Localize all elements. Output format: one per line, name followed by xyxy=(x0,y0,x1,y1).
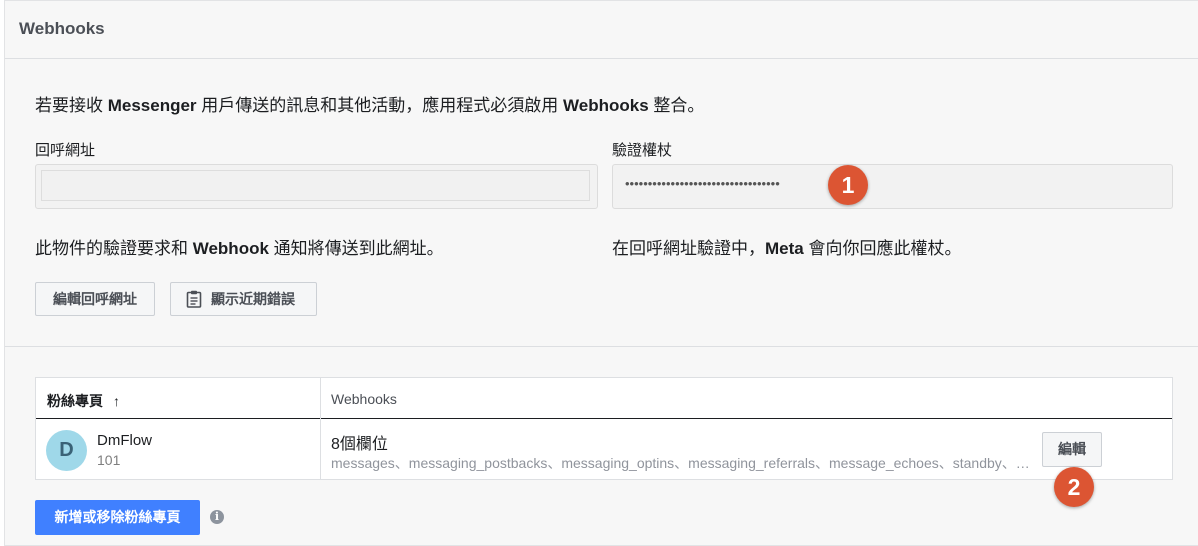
info-icon[interactable]: i xyxy=(210,510,224,524)
table-header-row: 粉絲專頁 ↑ Webhooks xyxy=(36,378,1172,419)
redaction-mask xyxy=(122,450,232,470)
callback-url-value xyxy=(41,170,590,201)
clipboard-icon xyxy=(186,290,202,308)
webhooks-description: 若要接收 Messenger 用戶傳送的訊息和其他活動，應用程式必須啟用 Web… xyxy=(35,91,704,116)
callback-url-help: 此物件的驗證要求和 Webhook 通知將傳送到此網址。 xyxy=(35,234,444,259)
verify-token-value: •••••••••••••••••••••••••••••••••• xyxy=(625,176,780,191)
callback-url-label: 回呼網址 xyxy=(35,142,96,159)
callback-help-text-1: 此物件的驗證要求和 xyxy=(35,239,193,258)
verify-help-text-2: 會向你回應此權杖。 xyxy=(803,239,962,258)
avatar: D xyxy=(46,430,87,471)
verify-help-bold: Meta xyxy=(765,239,804,258)
column-separator xyxy=(320,378,321,479)
verify-help-text-1: 在回呼網址驗證中， xyxy=(612,239,765,258)
show-recent-errors-label: 顯示近期錯誤 xyxy=(211,291,295,307)
column-header-webhooks: Webhooks xyxy=(331,391,397,407)
panel-header: Webhooks xyxy=(5,1,1198,59)
callback-url-field[interactable] xyxy=(35,164,598,209)
column-header-page[interactable]: 粉絲專頁 ↑ xyxy=(47,391,120,411)
page-name: DmFlow xyxy=(97,432,152,449)
desc-bold-messenger: Messenger xyxy=(107,96,197,115)
desc-text-1: 若要接收 xyxy=(35,96,108,115)
column-header-page-label: 粉絲專頁 xyxy=(47,393,103,409)
verify-token-label: 驗證權杖 xyxy=(612,142,673,159)
callback-help-text-2: 通知將傳送到此網址。 xyxy=(268,239,444,258)
verify-token-help: 在回呼網址驗證中，Meta 會向你回應此權杖。 xyxy=(612,234,961,259)
show-recent-errors-button[interactable]: 顯示近期錯誤 xyxy=(170,282,317,316)
page-title: Webhooks xyxy=(19,19,105,38)
edit-callback-url-button[interactable]: 編輯回呼網址 xyxy=(35,282,155,316)
desc-text-2: 用戶傳送的訊息和其他活動，應用程式必須啟用 xyxy=(196,96,564,115)
page-id: 101 xyxy=(97,452,121,468)
fields-list: messages、messaging_postbacks、messaging_o… xyxy=(331,455,1033,471)
edit-fields-button[interactable]: 編輯 xyxy=(1042,432,1102,467)
arrow-up-icon[interactable]: ↑ xyxy=(113,393,120,409)
annotation-marker-2: 2 xyxy=(1054,467,1094,507)
verify-token-field[interactable]: •••••••••••••••••••••••••••••••••• xyxy=(612,164,1173,209)
fields-count: 8個欄位 xyxy=(331,436,388,453)
desc-bold-webhooks: Webhooks xyxy=(563,96,649,115)
desc-text-3: 整合。 xyxy=(648,96,705,115)
pages-webhooks-table: 粉絲專頁 ↑ Webhooks D DmFlow 101 8個欄位 message… xyxy=(35,377,1173,480)
webhooks-panel: Webhooks 若要接收 Messenger 用戶傳送的訊息和其他活動，應用程… xyxy=(4,0,1198,546)
section-divider xyxy=(5,346,1198,347)
add-remove-pages-button[interactable]: 新增或移除粉絲專頁 xyxy=(35,500,200,535)
callback-help-bold: Webhook xyxy=(192,239,269,258)
annotation-marker-1: 1 xyxy=(828,165,868,205)
